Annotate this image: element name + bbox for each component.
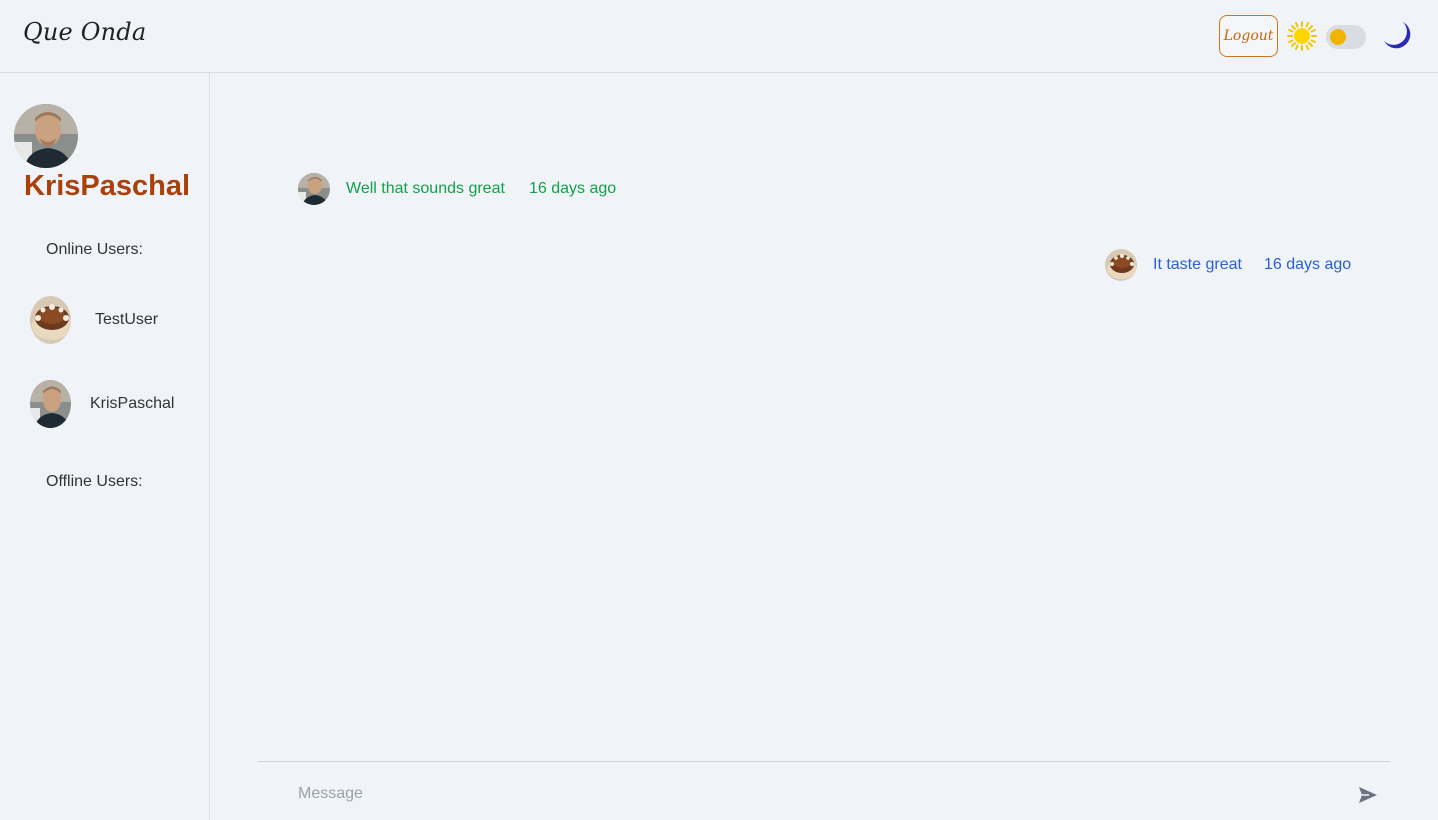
online-user-name: KrisPaschal bbox=[90, 395, 175, 412]
online-user-name: TestUser bbox=[95, 311, 159, 328]
send-icon[interactable] bbox=[1356, 783, 1380, 807]
message-avatar bbox=[298, 173, 330, 205]
message-time: 16 days ago bbox=[1264, 256, 1352, 273]
top-bar: Que Onda Logout bbox=[0, 0, 1438, 73]
toggle-knob bbox=[1330, 29, 1346, 45]
sun-icon bbox=[1287, 21, 1317, 51]
message-avatar bbox=[1105, 249, 1137, 281]
user-avatar bbox=[30, 296, 71, 344]
theme-toggle[interactable] bbox=[1326, 25, 1366, 49]
sidebar: KrisPaschal Online Users: TestUser KrisP… bbox=[0, 73, 210, 820]
current-user-name: KrisPaschal bbox=[24, 170, 191, 202]
message-text: Well that sounds great bbox=[346, 180, 505, 197]
online-users-heading: Online Users: bbox=[46, 241, 143, 258]
online-user-item[interactable]: TestUser bbox=[0, 296, 209, 346]
online-user-item[interactable]: KrisPaschal bbox=[0, 380, 209, 430]
message-composer bbox=[258, 761, 1390, 820]
user-avatar bbox=[30, 380, 71, 428]
logout-button[interactable]: Logout bbox=[1219, 15, 1278, 57]
message-text: It taste great bbox=[1153, 256, 1242, 273]
moon-icon bbox=[1381, 19, 1415, 53]
app-brand[interactable]: Que Onda bbox=[23, 18, 146, 46]
offline-users-heading: Offline Users: bbox=[46, 473, 143, 490]
current-user-avatar[interactable] bbox=[14, 104, 78, 168]
message-input[interactable] bbox=[286, 776, 1350, 812]
message-time: 16 days ago bbox=[529, 180, 617, 197]
